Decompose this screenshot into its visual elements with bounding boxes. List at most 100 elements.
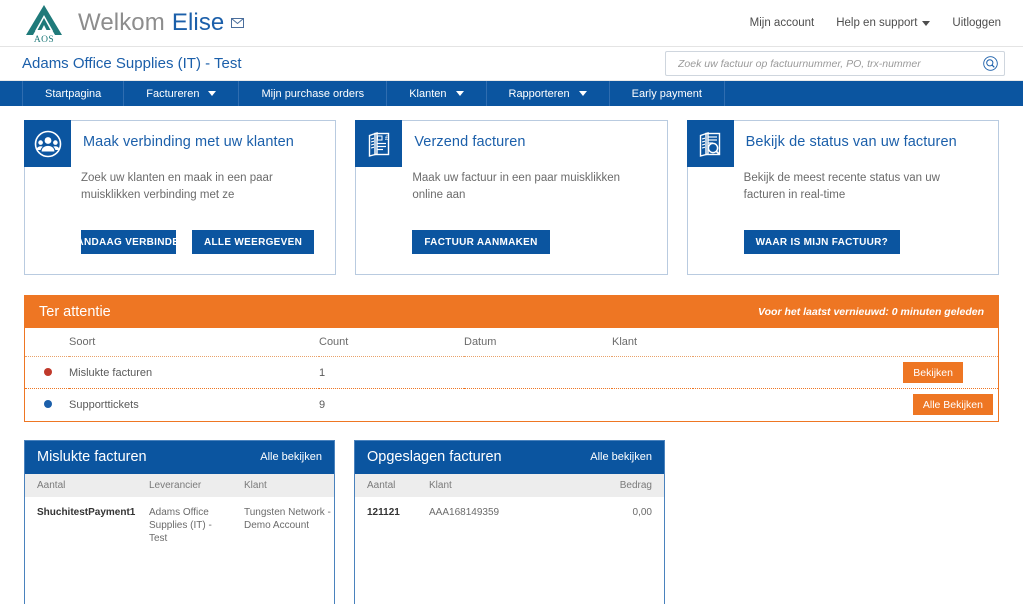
table-row[interactable]: Supporttickets 9 Alle Bekijken <box>25 389 998 421</box>
bottom-panels: Mislukte facturen Alle bekijken Aantal L… <box>24 439 999 604</box>
nav-item-factureren[interactable]: Factureren <box>124 81 240 106</box>
search-icon[interactable] <box>983 56 998 71</box>
nav-label: Klanten <box>409 87 447 100</box>
column-header-datum: Datum <box>464 328 612 357</box>
nav-label: Factureren <box>146 87 200 100</box>
card-buttons: FACTUUR AANMAKEN <box>412 230 550 254</box>
panel-mislukte-facturen: Mislukte facturen Alle bekijken Aantal L… <box>24 439 335 604</box>
row-status-indicator <box>25 389 69 421</box>
column-header-bedrag: Bedrag <box>577 473 664 497</box>
card-description: Maak uw factuur in een paar muisklikken … <box>412 172 621 201</box>
row-datum <box>464 389 612 421</box>
nav-label: Rapporteren <box>508 87 570 100</box>
column-header-klant: Klant <box>232 473 334 497</box>
company-name: Adams Office Supplies (IT) - Test <box>22 55 242 72</box>
column-header-action <box>692 328 998 357</box>
svg-text:£: £ <box>385 135 389 142</box>
row-soort: Supporttickets <box>69 398 139 411</box>
nav-item-startpagina[interactable]: Startpagina <box>22 81 125 106</box>
column-header-aantal: Aantal <box>25 473 137 497</box>
row-klant <box>612 356 693 389</box>
panel-header-row: Aantal Klant Bedrag <box>355 473 664 497</box>
nav-label: Mijn purchase orders <box>261 87 365 100</box>
invoice-stack-icon: £ <box>355 120 403 167</box>
card-title: Maak verbinding met uw klanten <box>83 134 294 150</box>
alle-weergeven-button[interactable]: ALLE WEERGEVEN <box>192 230 315 254</box>
chevron-down-icon <box>922 20 931 26</box>
row-klant <box>612 389 693 421</box>
top-link-label: Mijn account <box>749 17 815 29</box>
welcome-banner: Welkom Elise <box>78 9 245 37</box>
row-aantal: 121121 <box>367 506 400 518</box>
panel-table: Aantal Klant Bedrag 121121 AAA168149359 … <box>355 473 664 519</box>
row-aantal: ShuchitestPayment1 <box>37 506 136 518</box>
alle-bekijken-button[interactable]: Alle Bekijken <box>912 394 993 416</box>
top-link-mijn-account[interactable]: Mijn account <box>750 17 815 29</box>
top-link-help-en-support[interactable]: Help en support <box>836 17 931 29</box>
card-title: Verzend facturen <box>414 134 526 150</box>
card-description: Zoek uw klanten en maak in een paar muis… <box>81 172 273 201</box>
nav-label: Early payment <box>631 87 702 100</box>
aos-logo[interactable]: AOS <box>22 2 66 44</box>
invoice-search-box[interactable] <box>665 51 1005 76</box>
panel-title: Opgeslagen facturen <box>367 449 502 465</box>
column-header-klant: Klant <box>417 473 578 497</box>
factuur-aanmaken-button[interactable]: FACTUUR AANMAKEN <box>412 230 550 254</box>
row-datum <box>464 356 612 389</box>
bekijken-button[interactable]: Bekijken <box>903 362 963 383</box>
nav-item-rapporteren[interactable]: Rapporteren <box>487 81 610 106</box>
row-leverancier: Adams Office Supplies (IT) - Test <box>149 506 212 544</box>
vandaag-verbinden-button[interactable]: VANDAAG VERBINDEN <box>81 230 176 254</box>
panel-opgeslagen-facturen: Opgeslagen facturen Alle bekijken Aantal… <box>354 439 665 604</box>
row-action-cell: Bekijken <box>692 356 998 389</box>
nav-item-mijn-purchase-orders[interactable]: Mijn purchase orders <box>239 81 388 106</box>
attention-header: Ter attentie Voor het laatst vernieuwd: … <box>25 296 998 328</box>
waar-is-mijn-factuur-button[interactable]: WAAR IS MIJN FACTUUR? <box>743 230 901 254</box>
attention-header-row: Soort Count Datum Klant <box>25 328 998 357</box>
nav-item-klanten[interactable]: Klanten <box>387 81 487 106</box>
table-row[interactable]: Mislukte facturen 1 Bekijken <box>25 356 998 389</box>
column-header-status <box>25 328 69 357</box>
chevron-down-icon <box>208 91 217 96</box>
column-header-count: Count <box>319 328 464 357</box>
column-header-aantal: Aantal <box>355 473 417 497</box>
action-cards: Maak verbinding met uw klanten Zoek uw k… <box>24 120 999 275</box>
column-header-klant: Klant <box>612 328 693 357</box>
card-buttons: VANDAAG VERBINDEN ALLE WEERGEVEN <box>81 230 315 254</box>
customers-circle-icon <box>24 120 71 167</box>
company-bar: Adams Office Supplies (IT) - Test <box>0 47 1023 81</box>
panel-alle-bekijken-link[interactable]: Alle bekijken <box>590 451 652 463</box>
row-klant: Tungsten Network - Demo Account <box>244 506 331 531</box>
invoice-search-icon <box>686 120 734 167</box>
attention-title: Ter attentie <box>39 304 111 320</box>
top-link-uitloggen[interactable]: Uitloggen <box>952 17 1001 29</box>
card-maak-verbinding: Maak verbinding met uw klanten Zoek uw k… <box>24 120 337 275</box>
svg-text:AOS: AOS <box>34 35 54 44</box>
row-klant: AAA168149359 <box>429 506 500 518</box>
panel-header: Opgeslagen facturen Alle bekijken <box>355 440 664 474</box>
row-bedrag: 0,00 <box>632 506 652 518</box>
row-count: 9 <box>319 398 326 411</box>
chevron-down-icon <box>578 91 587 96</box>
attention-panel: Ter attentie Voor het laatst vernieuwd: … <box>24 295 999 422</box>
top-bar: AOS Welkom Elise Mijn account Help en su… <box>0 0 1023 47</box>
status-dot-blue <box>44 399 52 408</box>
panel-header-row: Aantal Leverancier Klant <box>25 473 334 497</box>
row-status-indicator <box>25 356 69 389</box>
aos-logo-icon: AOS <box>26 5 62 44</box>
card-verzend-facturen: £ Verzend facturen Maak uw factuur in ee… <box>355 120 668 275</box>
main-nav: Startpagina Factureren Mijn purchase ord… <box>0 81 1023 106</box>
top-right-nav: Mijn account Help en support Uitloggen <box>750 17 1005 29</box>
card-title: Bekijk de status van uw facturen <box>745 134 957 150</box>
search-input[interactable] <box>676 52 983 75</box>
nav-item-early-payment[interactable]: Early payment <box>610 81 725 106</box>
card-description: Bekijk de meest recente status van uw fa… <box>743 172 940 201</box>
panel-alle-bekijken-link[interactable]: Alle bekijken <box>260 451 322 463</box>
column-header-leverancier: Leverancier <box>137 473 232 497</box>
welcome-prefix: Welkom <box>78 9 165 36</box>
envelope-icon[interactable] <box>231 18 245 28</box>
table-row[interactable]: ShuchitestPayment1 Adams Office Supplies… <box>25 497 334 545</box>
nav-label: Startpagina <box>45 87 102 100</box>
row-action-cell: Alle Bekijken <box>693 389 998 421</box>
table-row[interactable]: 121121 AAA168149359 0,00 <box>355 497 664 519</box>
